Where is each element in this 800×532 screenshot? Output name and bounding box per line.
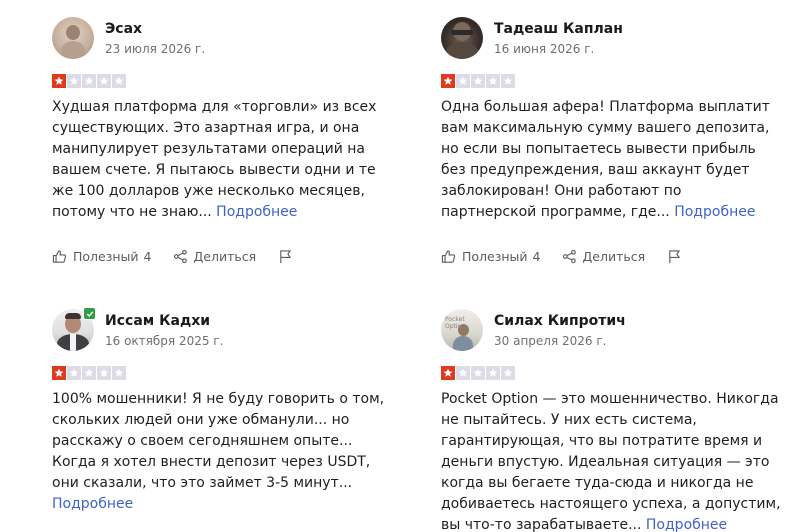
review-card: Тадеаш Каплан 16 июня 2026 г. Одна больш… bbox=[441, 16, 781, 264]
read-more-link[interactable]: Подробнее bbox=[674, 204, 755, 220]
review-header: Эсах 23 июля 2026 г. bbox=[52, 16, 392, 60]
review-header: Тадеаш Каплан 16 июня 2026 г. bbox=[441, 16, 781, 60]
share-label: Делиться bbox=[193, 249, 257, 264]
review-date: 16 июня 2026 г. bbox=[494, 41, 595, 56]
review-card: Эсах 23 июля 2026 г. Худшая платформа дл… bbox=[52, 16, 392, 264]
helpful-label: Полезный bbox=[462, 249, 528, 264]
review-body: Pocket Option — это мошенничество. Никог… bbox=[441, 391, 781, 532]
checkmark-icon bbox=[86, 310, 93, 317]
star-icon bbox=[52, 366, 66, 380]
star-rating bbox=[52, 366, 392, 380]
star-icon bbox=[456, 366, 470, 380]
read-more-link[interactable]: Подробнее bbox=[216, 204, 297, 220]
review-body: Одна большая афера! Платформа выплатит в… bbox=[441, 99, 770, 220]
review-text: 100% мошенники! Я не буду говорить о том… bbox=[52, 389, 392, 515]
review-card: Pocket Option Силах Кипротич 30 апреля 2… bbox=[441, 308, 781, 532]
review-date: 23 июля 2026 г. bbox=[105, 41, 206, 56]
report-button[interactable] bbox=[667, 249, 688, 264]
star-icon bbox=[97, 74, 111, 88]
review-actions: Полезный 4 Делиться bbox=[441, 249, 688, 264]
review-body: Худшая платформа для «торговли» из всех … bbox=[52, 99, 377, 220]
author-name[interactable]: Силах Кипротич bbox=[494, 311, 626, 331]
review-text: Одна большая афера! Платформа выплатит в… bbox=[441, 97, 781, 223]
avatar[interactable] bbox=[441, 17, 483, 59]
star-icon bbox=[82, 74, 96, 88]
star-icon bbox=[441, 366, 455, 380]
review-body: 100% мошенники! Я не буду говорить о том… bbox=[52, 391, 385, 491]
review-header: Иссам Кадхи 16 октября 2025 г. bbox=[52, 307, 392, 352]
review-card: Иссам Кадхи 16 октября 2025 г. 100% моше… bbox=[52, 307, 392, 515]
helpful-count: 4 bbox=[143, 249, 152, 264]
star-icon bbox=[456, 74, 470, 88]
share-icon bbox=[562, 249, 576, 264]
author-name[interactable]: Иссам Кадхи bbox=[105, 311, 223, 331]
read-more-link[interactable]: Подробнее bbox=[52, 496, 133, 512]
avatar[interactable]: Pocket Option bbox=[441, 309, 483, 351]
star-icon bbox=[501, 74, 515, 88]
helpful-button[interactable]: Полезный 4 bbox=[441, 249, 541, 264]
share-label: Делиться bbox=[582, 249, 646, 264]
review-text: Худшая платформа для «торговли» из всех … bbox=[52, 97, 392, 223]
star-icon bbox=[67, 366, 81, 380]
review-text: Pocket Option — это мошенничество. Никог… bbox=[441, 389, 781, 532]
flag-icon bbox=[280, 250, 291, 264]
thumbs-up-icon bbox=[441, 250, 456, 263]
avatar[interactable] bbox=[52, 17, 94, 59]
star-icon bbox=[486, 74, 500, 88]
verified-badge bbox=[83, 307, 96, 320]
review-header: Pocket Option Силах Кипротич 30 апреля 2… bbox=[441, 308, 781, 352]
star-icon bbox=[471, 74, 485, 88]
read-more-link[interactable]: Подробнее bbox=[646, 517, 727, 532]
share-icon bbox=[173, 249, 187, 264]
author-name[interactable]: Тадеаш Каплан bbox=[494, 19, 623, 39]
review-actions: Полезный 4 Делиться bbox=[52, 249, 299, 264]
star-icon bbox=[52, 74, 66, 88]
star-icon bbox=[97, 366, 111, 380]
star-icon bbox=[501, 366, 515, 380]
review-date: 16 октября 2025 г. bbox=[105, 333, 224, 348]
helpful-label: Полезный bbox=[73, 249, 139, 264]
share-button[interactable]: Делиться bbox=[562, 249, 646, 264]
author-name[interactable]: Эсах bbox=[105, 19, 205, 39]
star-rating bbox=[441, 74, 781, 88]
review-date: 30 апреля 2026 г. bbox=[494, 333, 607, 348]
star-icon bbox=[67, 74, 81, 88]
avatar[interactable] bbox=[52, 307, 96, 351]
star-rating bbox=[52, 74, 392, 88]
star-icon bbox=[486, 366, 500, 380]
star-icon bbox=[112, 366, 126, 380]
flag-icon bbox=[669, 250, 680, 264]
star-icon bbox=[82, 366, 96, 380]
star-icon bbox=[471, 366, 485, 380]
star-icon bbox=[112, 74, 126, 88]
star-rating bbox=[441, 366, 781, 380]
thumbs-up-icon bbox=[52, 250, 67, 263]
share-button[interactable]: Делиться bbox=[173, 249, 257, 264]
helpful-button[interactable]: Полезный 4 bbox=[52, 249, 152, 264]
helpful-count: 4 bbox=[532, 249, 541, 264]
report-button[interactable] bbox=[278, 249, 299, 264]
star-icon bbox=[441, 74, 455, 88]
